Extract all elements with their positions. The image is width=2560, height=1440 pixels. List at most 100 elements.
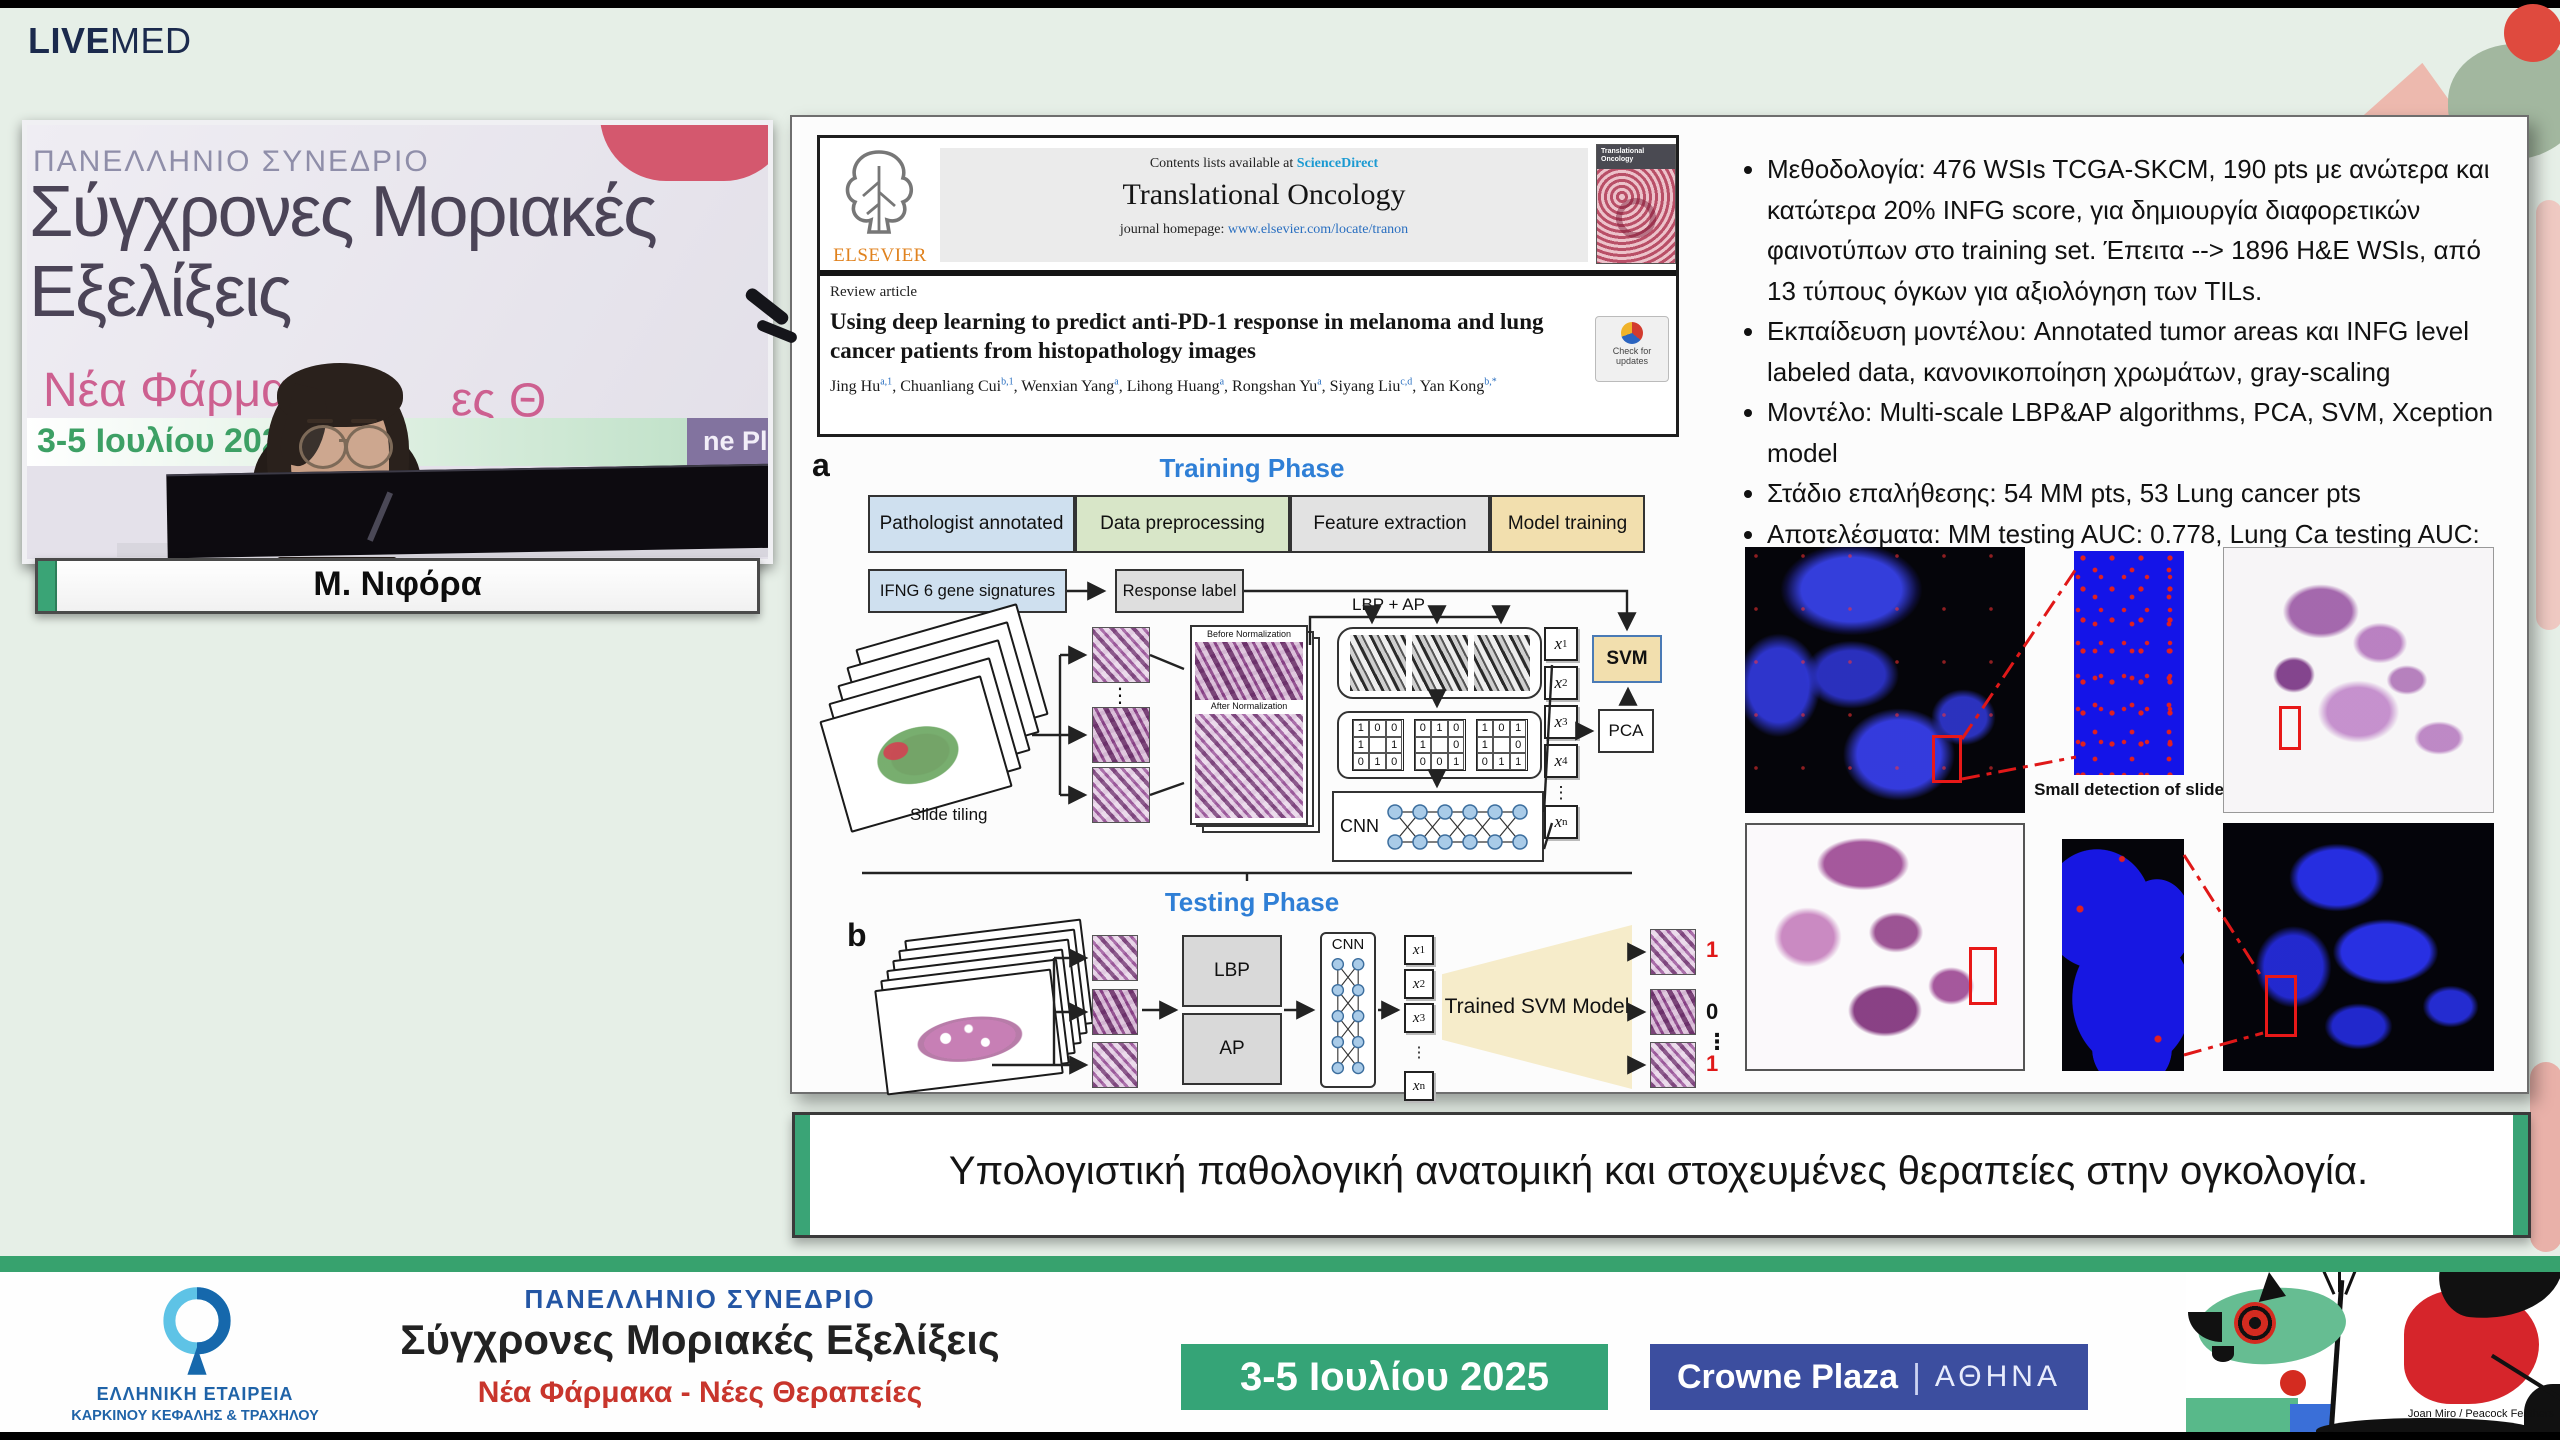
conference-footer: ΕΛΛΗΝΙΚΗ ΕΤΑΙΡΕΙΑ ΚΑΡΚΙΝΟΥ ΚΕΦΑΛΗΣ & ΤΡΑ… (0, 1272, 2560, 1432)
decorative-red-circle (2504, 4, 2560, 62)
lbp-texture-image (1350, 635, 1406, 691)
check-for-updates-badge: Check for updates (1595, 316, 1669, 382)
binary-matrix: 10110011 (1476, 719, 1528, 771)
miro-stalk (2316, 1272, 2336, 1295)
venue-badge: Crowne Plaza | ΑΘΗΝΑ (1650, 1344, 2088, 1410)
feature-box: xn (1404, 1071, 1434, 1101)
test-tissue-tile (1092, 989, 1138, 1035)
header-box-pathologist-annotated: Pathologist annotated (868, 495, 1075, 553)
test-tissue-tile (1092, 1042, 1138, 1088)
poster-venue-text: ne Pl (703, 426, 768, 457)
miro-beak (2188, 1312, 2222, 1342)
output-label-0: 0 (1706, 999, 1718, 1025)
venue-city: ΑΘΗΝΑ (1935, 1360, 2061, 1394)
test-slide-stack (880, 929, 1095, 1089)
miro-eye (2234, 1302, 2276, 1344)
tissue-blob (892, 998, 1048, 1078)
journal-name: Translational Oncology (940, 178, 1588, 212)
speaker-eyebrow (307, 419, 333, 423)
footer-divider (0, 1256, 2560, 1272)
roi-annotation-box (1969, 947, 1997, 1005)
detection-zoom-image (2074, 551, 2184, 775)
output-label-1: 1 (1706, 1051, 1718, 1077)
congress-kicker: ΠΑΝΕΛΛΗΝΙΟ ΣΥΝΕΔΡΙΟ (380, 1284, 1020, 1315)
after-normalization-image (1195, 714, 1303, 818)
bullet-item: Μεθοδολογία: 476 WSIs TCGA-SKCM, 190 pts… (1767, 149, 2507, 311)
histology-slide-image (2223, 547, 2494, 813)
caption-accent-right (2513, 1115, 2528, 1235)
livemed-logo: LIVEMED (28, 20, 192, 62)
output-tissue-tile (1650, 989, 1696, 1035)
test-feature-vector: x1x2x3⋮xn (1404, 935, 1434, 1105)
miro-green-rect (2186, 1398, 2298, 1432)
svm-box: SVM (1592, 635, 1662, 683)
cnn-network-graphic (1323, 953, 1373, 1083)
trained-svm-model: Trained SVM Model (1442, 925, 1632, 1089)
sciencedirect-link: ScienceDirect (1297, 156, 1378, 171)
lbp-texture-image (1412, 635, 1468, 691)
training-phase-title: Training Phase (862, 453, 1642, 484)
cnn-network-graphic (1383, 796, 1533, 858)
figure-caption: Small detection of slide (2024, 780, 2234, 800)
binary-matrix: 10011010 (1352, 719, 1404, 771)
journal-cover-thumbnail: Translational Oncology (1596, 144, 1676, 264)
slide-bullet-list: Μεθοδολογία: 476 WSIs TCGA-SKCM, 190 pts… (1737, 149, 2507, 595)
feature-box: x4 (1544, 744, 1578, 778)
homepage-url: www.elsevier.com/locate/tranon (1228, 222, 1408, 237)
speaker-name: Μ. Νιφόρα (38, 565, 757, 604)
society-name-line2: ΚΑΡΚΙΝΟΥ ΚΕΦΑΛΗΣ & ΤΡΑΧΗΛΟΥ (30, 1408, 360, 1424)
feature-box: ⋮ (1404, 1037, 1434, 1067)
bullet-item: Στάδιο επαλήθεσης: 54 MM pts, 53 Lung ca… (1767, 473, 2507, 514)
paper-divider-rule (820, 270, 1676, 276)
feature-vector: x1x2x3x4⋮xn (1544, 627, 1578, 844)
journal-masthead: Contents lists available at ScienceDirec… (940, 148, 1588, 262)
ifng-gene-signatures-box: IFNG 6 gene signatures (868, 569, 1067, 613)
testing-phase-title: Testing Phase (862, 887, 1642, 918)
speaker-glasses (299, 425, 347, 469)
check-updates-label: Check for updates (1596, 346, 1668, 367)
check-updates-icon (1621, 322, 1643, 344)
he-slide-image (1745, 823, 2025, 1071)
elsevier-logo: ELSEVIER (828, 148, 932, 270)
cnn-box: CNN (1332, 791, 1544, 862)
miro-chin (2212, 1346, 2234, 1362)
roi-annotation-box (1932, 735, 1962, 783)
contents-prefix: Contents lists available at (1150, 156, 1297, 171)
output-tissue-tile (1650, 929, 1696, 975)
contents-line: Contents lists available at ScienceDirec… (940, 156, 1588, 172)
tissue-tile (1092, 707, 1150, 763)
feature-box: ⋮ (1544, 783, 1578, 803)
speaker-webcam: ΠΑΝΕΛΛΗΝΙΟ ΣΥΝΕΔΡΙΟ Σύγχρονες Μοριακές Ε… (22, 120, 773, 564)
panel-label-a: a (812, 447, 830, 484)
decorative-lower-blob (2530, 1062, 2560, 1252)
miro-black-base (2316, 1418, 2536, 1432)
journal-cover-title: Translational Oncology (1597, 145, 1675, 169)
feature-box: xn (1544, 805, 1578, 839)
binary-pattern-box: 10011010 01010001 10110011 (1337, 711, 1542, 779)
livemed-logo-bold: LIVE (28, 20, 110, 61)
poster-date-text: 3-5 Ιουλίου 202 (37, 422, 281, 461)
before-normalization-image (1195, 642, 1303, 700)
speaker-glasses-bridge (339, 439, 347, 442)
miro-stalk (2344, 1272, 2363, 1295)
date-badge: 3-5 Ιουλίου 2025 (1181, 1344, 1608, 1410)
annotated-tissue-blob (843, 697, 987, 812)
cnn-label: CNN (1332, 936, 1365, 953)
elsevier-wordmark: ELSEVIER (828, 245, 932, 267)
speaker-glasses (345, 425, 393, 469)
laptop-glare (367, 491, 393, 541)
webcam-scene: ΠΑΝΕΛΛΗΝΙΟ ΣΥΝΕΔΡΙΟ Σύγχρονες Μοριακές Ε… (27, 125, 768, 559)
speaker-name-plate: Μ. Νιφόρα (35, 558, 760, 614)
header-box-data-preprocessing: Data preprocessing (1075, 495, 1290, 553)
congress-title: Σύγχρονες Μοριακές Εξελίξεις (380, 1316, 1020, 1364)
venue-name: Crowne Plaza (1677, 1358, 1898, 1397)
ap-box: AP (1182, 1013, 1282, 1085)
paper-authors: Jing Hua,1, Chuanliang Cuib,1, Wenxian Y… (830, 376, 1575, 398)
header-box-model-training: Model training (1490, 495, 1645, 553)
slide-tiling-label: Slide tiling (910, 805, 988, 825)
miro-red-drop (2280, 1370, 2306, 1396)
feature-box: x3 (1544, 705, 1578, 739)
society-logo (152, 1280, 242, 1376)
lbp-texture-image (1474, 635, 1530, 691)
feature-box: x1 (1544, 627, 1578, 661)
